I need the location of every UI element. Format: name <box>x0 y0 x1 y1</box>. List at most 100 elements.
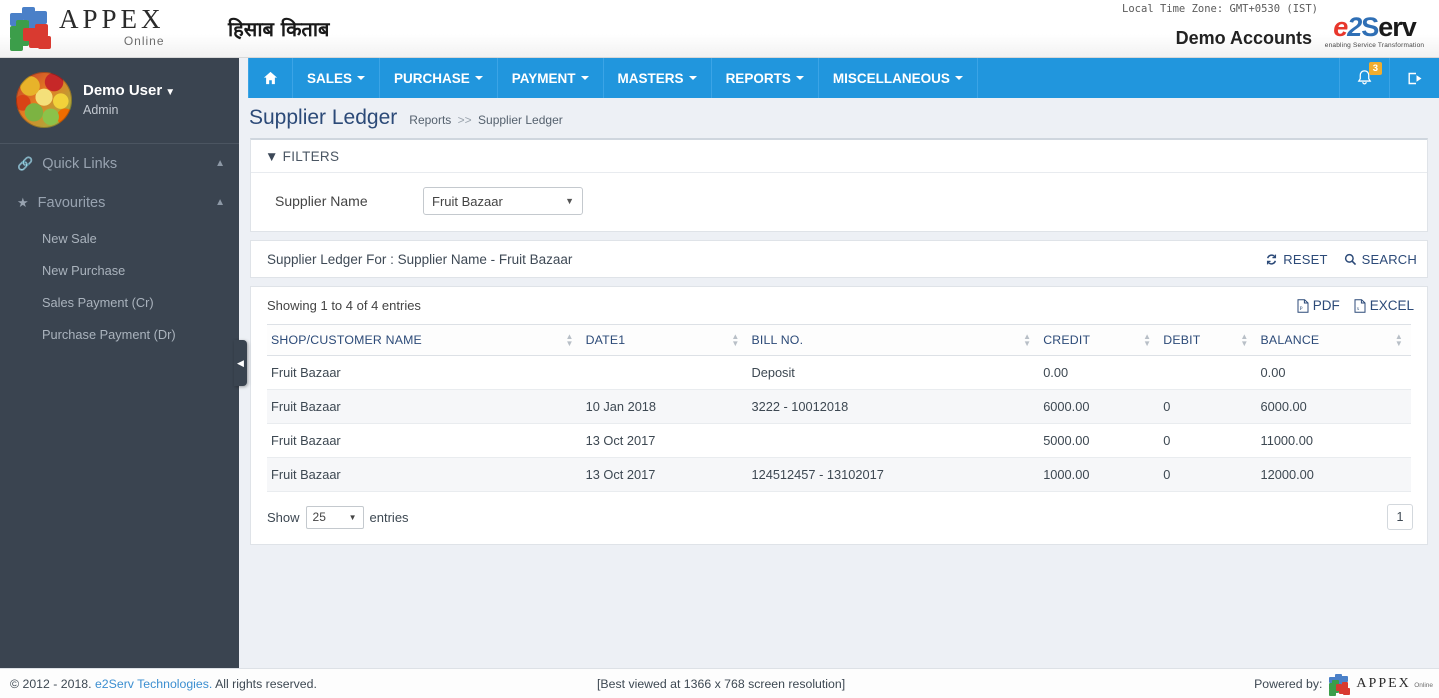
cell-date1: 13 Oct 2017 <box>581 423 748 458</box>
search-button[interactable]: SEARCH <box>1344 252 1417 267</box>
logout-button[interactable] <box>1389 58 1439 98</box>
sidebar-section-quick-links[interactable]: 🔗 Quick Links ▲ <box>0 144 239 183</box>
link-icon: 🔗 <box>17 155 34 171</box>
cell-credit: 5000.00 <box>1039 423 1160 458</box>
breadcrumb-current: Supplier Ledger <box>478 113 563 127</box>
chevron-up-icon[interactable]: ▲ <box>215 197 225 208</box>
cell-credit: 6000.00 <box>1039 389 1160 424</box>
column-header-bill-no[interactable]: BILL NO. ▲ ▼ <box>747 324 1040 356</box>
column-label: SHOP/CUSTOMER NAME <box>271 333 422 347</box>
brand-logo[interactable]: APPEX Online <box>8 5 165 51</box>
cell-debit: 0 <box>1159 423 1257 458</box>
column-label: BILL NO. <box>751 333 804 347</box>
nav-label: PAYMENT <box>511 70 576 86</box>
table-row[interactable]: Fruit Bazaar Deposit 0.00 0.00 <box>267 355 1411 390</box>
supplier-name-select[interactable]: Fruit Bazaar ▼ <box>423 187 583 215</box>
sort-icon: ▲ ▼ <box>565 332 574 348</box>
filter-icon: ▼ <box>265 149 279 164</box>
notifications-button[interactable]: 3 <box>1339 58 1389 98</box>
nav-reports[interactable]: REPORTS <box>712 58 819 98</box>
copyright-prefix: © 2012 - 2018. <box>10 676 92 691</box>
sidebar-item-new-purchase[interactable]: New Purchase <box>0 254 239 286</box>
sidebar-user-role: Admin <box>83 103 119 117</box>
nav-payment[interactable]: PAYMENT <box>498 58 604 98</box>
reset-label: RESET <box>1283 251 1328 267</box>
sort-icon: ▲ ▼ <box>1394 332 1403 348</box>
showing-entries-label: Showing 1 to 4 of 4 entries <box>267 298 421 313</box>
powered-by: Powered by: APPEX Online <box>1254 673 1433 696</box>
breadcrumb-parent[interactable]: Reports <box>409 113 451 127</box>
chevron-down-icon <box>954 76 963 80</box>
column-header-shop-customer-name[interactable]: SHOP/CUSTOMER NAME ▲ ▼ <box>267 324 582 356</box>
table-row[interactable]: Fruit Bazaar 10 Jan 2018 3222 - 10012018… <box>267 389 1411 424</box>
cell-bill-no: 124512457 - 13102017 <box>747 457 1040 492</box>
chevron-up-icon[interactable]: ▲ <box>215 158 225 169</box>
cell-date1 <box>581 355 748 390</box>
favourites-label: Favourites <box>37 194 106 211</box>
appex-cube-icon <box>1328 673 1350 696</box>
show-label: Show <box>267 509 300 525</box>
sidebar-user-block[interactable]: Demo User ▼ Admin <box>0 58 239 144</box>
brand-subtitle: Online <box>123 34 165 48</box>
filters-heading[interactable]: ▼ FILTERS <box>251 140 1427 173</box>
sidebar-item-purchase-payment[interactable]: Purchase Payment (Dr) <box>0 318 239 350</box>
table-row[interactable]: Fruit Bazaar 13 Oct 2017 5000.00 0 11000… <box>267 423 1411 458</box>
sidebar-item-new-sale[interactable]: New Sale <box>0 222 239 254</box>
company-link[interactable]: e2Serv Technologies. <box>95 677 212 691</box>
hindi-subtitle: हिसाब किताब <box>228 17 330 41</box>
nav-label: SALES <box>307 70 353 86</box>
svg-text:x: x <box>1356 306 1359 312</box>
column-label: DEBIT <box>1163 333 1201 347</box>
sidebar-item-label: New Purchase <box>42 262 126 278</box>
supplier-name-value: Fruit Bazaar <box>432 193 503 209</box>
cell-bill-no: Deposit <box>747 355 1040 390</box>
copyright: © 2012 - 2018. e2Serv Technologies. All … <box>10 677 317 691</box>
table-footer: Show 25 ▼ entries 1 <box>251 492 1427 544</box>
sidebar-section-favourites[interactable]: ★ Favourites ▲ <box>0 183 239 222</box>
sidebar-user-name[interactable]: Demo User ▼ <box>83 82 175 100</box>
nav-miscellaneous[interactable]: MISCELLANEOUS <box>819 58 978 98</box>
pdf-label: PDF <box>1312 298 1340 313</box>
sidebar-item-sales-payment[interactable]: Sales Payment (Cr) <box>0 286 239 318</box>
reset-button[interactable]: RESET <box>1265 252 1327 267</box>
sort-icon: ▲ ▼ <box>1023 332 1032 348</box>
supplier-name-label: Supplier Name <box>275 193 368 209</box>
page-size-select[interactable]: 25 ▼ <box>305 505 364 529</box>
e2serv-logo: e2Serv enabling Service Transformation <box>1316 14 1433 50</box>
cell-balance: 11000.00 <box>1256 423 1411 458</box>
sidebar-item-label: New Sale <box>42 230 97 246</box>
cell-shop-customer-name: Fruit Bazaar <box>267 389 582 424</box>
column-header-debit[interactable]: DEBIT ▲ ▼ <box>1159 324 1257 356</box>
cell-debit: 0 <box>1159 457 1257 492</box>
nav-purchase[interactable]: PURCHASE <box>380 58 498 98</box>
column-header-balance[interactable]: BALANCE ▲ ▼ <box>1256 324 1411 356</box>
table-row[interactable]: Fruit Bazaar 13 Oct 2017 124512457 - 131… <box>267 457 1411 492</box>
nav-masters[interactable]: MASTERS <box>604 58 712 98</box>
column-header-date1[interactable]: DATE1 ▲ ▼ <box>581 324 748 356</box>
page-number: 1 <box>1396 510 1404 524</box>
cell-debit: 0 <box>1159 389 1257 424</box>
nav-label: PURCHASE <box>394 70 470 86</box>
export-pdf-button[interactable]: P PDF <box>1297 298 1340 313</box>
column-header-credit[interactable]: CREDIT ▲ ▼ <box>1039 324 1160 356</box>
top-brand-bar: APPEX Online हिसाब किताब Local Time Zone… <box>0 0 1439 58</box>
pdf-file-icon: P <box>1297 298 1309 313</box>
nav-sales[interactable]: SALES <box>293 58 381 98</box>
sort-icon: ▲ ▼ <box>731 332 740 348</box>
export-excel-button[interactable]: x EXCEL <box>1354 298 1414 313</box>
cell-credit: 1000.00 <box>1039 457 1160 492</box>
powered-by-label: Powered by: <box>1254 676 1323 691</box>
nav-label: MISCELLANEOUS <box>832 70 950 86</box>
main-content: Supplier Ledger Reports >> Supplier Ledg… <box>239 98 1439 668</box>
sidebar-collapse-handle[interactable]: ◀ <box>234 340 247 386</box>
best-viewed-note: [Best viewed at 1366 x 768 screen resolu… <box>597 676 846 691</box>
pagination-page-1[interactable]: 1 <box>1387 504 1413 530</box>
nav-home[interactable] <box>248 58 293 98</box>
cell-bill-no <box>747 423 1040 458</box>
chevron-down-icon <box>580 76 589 80</box>
cell-shop-customer-name: Fruit Bazaar <box>267 423 582 458</box>
sidebar: Demo User ▼ Admin 🔗 Quick Links ▲ ★ Favou… <box>0 58 239 668</box>
filters-heading-label: FILTERS <box>282 149 340 164</box>
table-body: Fruit Bazaar Deposit 0.00 0.00 Fruit Baz… <box>267 355 1411 492</box>
nav-label: REPORTS <box>725 70 791 86</box>
